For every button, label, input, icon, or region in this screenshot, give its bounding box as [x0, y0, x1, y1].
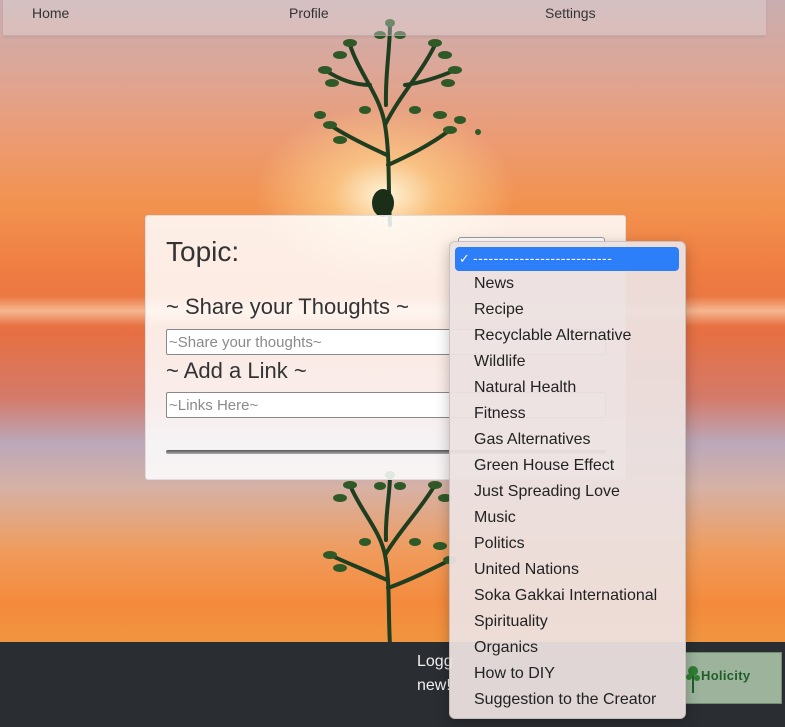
topic-label: Topic:: [166, 236, 240, 267]
dropdown-option-spirituality[interactable]: Spirituality: [450, 609, 685, 635]
dropdown-option-natural-health[interactable]: Natural Health: [450, 375, 685, 401]
dropdown-option-green-house-effect[interactable]: Green House Effect: [450, 453, 685, 479]
dropdown-option-recyclable-alternative[interactable]: Recyclable Alternative: [450, 323, 685, 349]
nav-settings-link[interactable]: Settings: [545, 5, 596, 21]
dropdown-option-fitness[interactable]: Fitness: [450, 401, 685, 427]
dropdown-option-placeholder[interactable]: ✓ ---------------------------: [455, 247, 679, 271]
top-navbar: Home Profile Settings: [3, 0, 766, 36]
tree-icon: [314, 19, 481, 227]
dropdown-option-suggestion-to-the-creator[interactable]: Suggestion to the Creator: [450, 687, 685, 713]
logo-text: Holicity: [701, 668, 751, 683]
link-heading: ~ Add a Link ~: [166, 358, 307, 383]
dropdown-option-music[interactable]: Music: [450, 505, 685, 531]
dropdown-option-wildlife[interactable]: Wildlife: [450, 349, 685, 375]
footer-new-text: new!: [417, 677, 451, 694]
dropdown-option-news[interactable]: News: [450, 271, 685, 297]
dropdown-option-just-spreading-love[interactable]: Just Spreading Love: [450, 479, 685, 505]
thoughts-heading: ~ Share your Thoughts ~: [166, 294, 409, 319]
dropdown-option-placeholder-label: ---------------------------: [473, 250, 613, 266]
dropdown-options-list: News Recipe Recyclable Alternative Wildl…: [450, 271, 685, 713]
dropdown-option-united-nations[interactable]: United Nations: [450, 557, 685, 583]
nav-home-link[interactable]: Home: [32, 5, 69, 21]
nav-profile-link[interactable]: Profile: [289, 5, 329, 21]
dropdown-option-politics[interactable]: Politics: [450, 531, 685, 557]
dropdown-option-recipe[interactable]: Recipe: [450, 297, 685, 323]
dropdown-option-soka-gakkai-international[interactable]: Soka Gakkai International: [450, 583, 685, 609]
logo-tree-icon: [686, 666, 700, 693]
check-icon: ✓: [459, 251, 470, 266]
holicity-logo: Holicity: [684, 652, 782, 704]
dropdown-option-gas-alternatives[interactable]: Gas Alternatives: [450, 427, 685, 453]
dropdown-option-organics[interactable]: Organics: [450, 635, 685, 661]
topic-dropdown-menu: ✓ --------------------------- News Recip…: [449, 241, 686, 719]
footer-logged-text: Logg: [417, 653, 453, 670]
dropdown-option-how-to-diy[interactable]: How to DIY: [450, 661, 685, 687]
